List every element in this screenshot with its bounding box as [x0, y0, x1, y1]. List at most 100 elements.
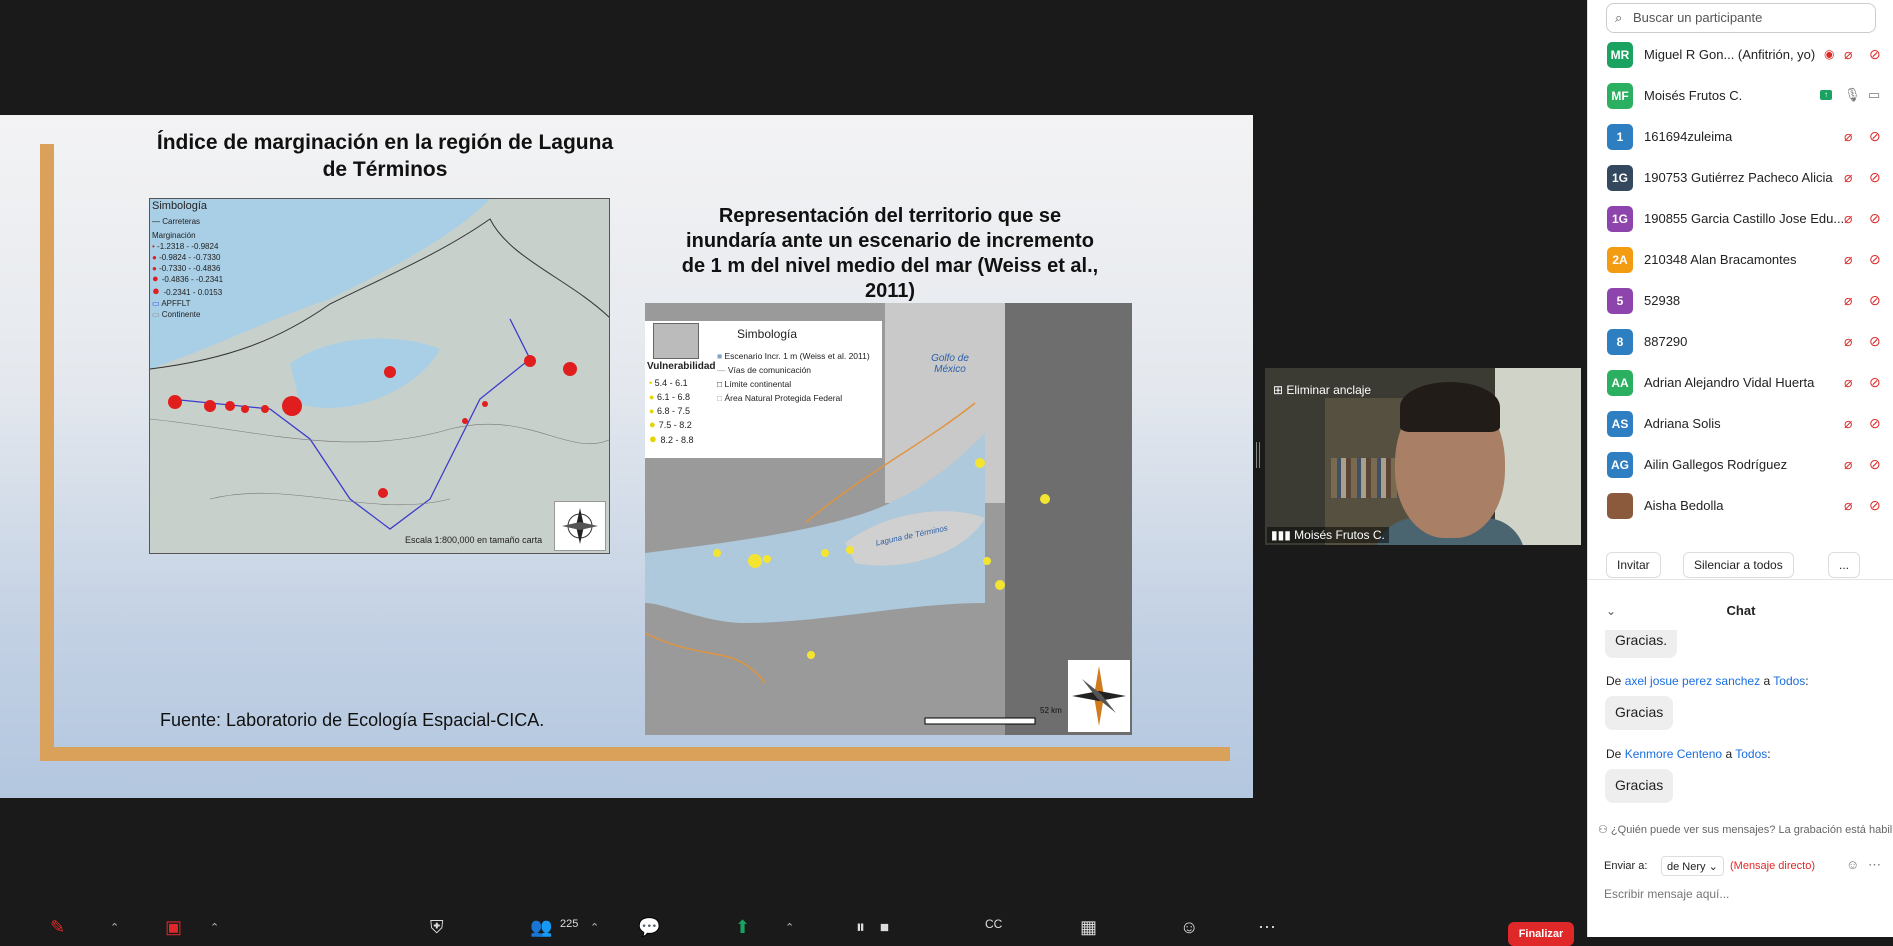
- apps-icon[interactable]: ▦: [1080, 917, 1097, 938]
- participant-search-input[interactable]: ⌕ Buscar un participante: [1606, 3, 1876, 33]
- reactions-icon[interactable]: ☺: [1180, 917, 1198, 938]
- send-to-select[interactable]: de Nery ⌄: [1661, 856, 1724, 876]
- camera-off-icon[interactable]: ⊘: [1869, 374, 1881, 391]
- camera-off-icon[interactable]: ⊘: [1869, 251, 1881, 268]
- camera-off-icon[interactable]: ▣: [165, 917, 182, 938]
- video-person-hair: [1400, 382, 1500, 432]
- participant-row[interactable]: 5 52938 ⌀ ⊘: [1588, 281, 1893, 322]
- avatar: 5: [1607, 288, 1633, 314]
- video-name: Moisés Frutos C.: [1294, 528, 1385, 542]
- camera-off-icon[interactable]: ⊘: [1869, 128, 1881, 145]
- participant-row[interactable]: 1G 190855 Garcia Castillo Jose Edu... ⌀ …: [1588, 199, 1893, 240]
- more-icon[interactable]: ⋯: [1258, 917, 1276, 938]
- chat-icon[interactable]: 💬: [638, 917, 660, 938]
- legend-class: ● -0.4836 - -0.2341: [152, 273, 224, 285]
- to-prefix: a: [1725, 747, 1733, 761]
- security-shield-icon[interactable]: ⛨: [430, 917, 444, 938]
- more-icon[interactable]: ⋯: [1868, 857, 1881, 873]
- audio-options-chevron-icon[interactable]: ⌃: [110, 921, 119, 934]
- legend-class-label: -0.4836 - -0.2341: [161, 275, 224, 284]
- emoji-icon[interactable]: ☺: [1846, 857, 1859, 872]
- mic-muted-icon[interactable]: ⌀: [1844, 497, 1852, 514]
- search-placeholder: Buscar un participante: [1633, 10, 1763, 25]
- mic-muted-icon[interactable]: ⌀: [1844, 251, 1852, 268]
- pause-share-icon[interactable]: ⏸: [856, 917, 865, 938]
- legend-class: ● -0.7330 - -0.4836: [152, 264, 221, 273]
- mic-muted-icon[interactable]: ⌀: [1844, 46, 1852, 63]
- avatar: 2A: [1607, 247, 1633, 273]
- mic-muted-icon[interactable]: ⌀: [1844, 374, 1852, 391]
- mic-on-icon[interactable]: 🎙: [1844, 87, 1861, 103]
- pinned-video-tile[interactable]: ⊞ Eliminar anclaje ▮▮▮ Moisés Frutos C.: [1265, 368, 1581, 545]
- participant-row[interactable]: Aisha Bedolla ⌀ ⊘: [1588, 486, 1893, 527]
- avatar: AA: [1607, 370, 1633, 396]
- slide-title-right: Representación del territorio que se inu…: [681, 205, 1099, 302]
- participant-row[interactable]: MR Miguel R Gon... (Anfitrión, yo) ◉ ⌀ ⊘: [1588, 35, 1893, 76]
- mute-all-button[interactable]: Silenciar a todos: [1683, 552, 1794, 578]
- unpin-label: Eliminar anclaje: [1286, 383, 1372, 397]
- participant-row[interactable]: 8 887290 ⌀ ⊘: [1588, 322, 1893, 363]
- camera-off-icon[interactable]: ⊘: [1869, 46, 1881, 63]
- legend-item: □ Límite continental: [717, 379, 792, 389]
- meeting-stage: Índice de marginación en la región de La…: [0, 0, 1587, 946]
- recipient-name[interactable]: Todos: [1735, 747, 1767, 761]
- mic-muted-icon[interactable]: ⌀: [1844, 210, 1852, 227]
- camera-off-icon[interactable]: ⊘: [1869, 497, 1881, 514]
- mic-muted-icon[interactable]: ⌀: [1844, 128, 1852, 145]
- captions-icon[interactable]: CC: [985, 917, 1002, 931]
- camera-off-icon[interactable]: ⊘: [1869, 415, 1881, 432]
- camera-on-icon[interactable]: ▭: [1868, 87, 1880, 103]
- legend-continent-label: Continente: [161, 310, 201, 319]
- participant-row[interactable]: AS Adriana Solis ⌀ ⊘: [1588, 404, 1893, 445]
- avatar: 8: [1607, 329, 1633, 355]
- participant-list: MR Miguel R Gon... (Anfitrión, yo) ◉ ⌀ ⊘…: [1588, 35, 1893, 540]
- recipient-name[interactable]: Todos: [1773, 674, 1805, 688]
- mic-muted-icon[interactable]: ⌀: [1844, 169, 1852, 186]
- participant-row[interactable]: 1 161694zuleima ⌀ ⊘: [1588, 117, 1893, 158]
- participant-name: Aisha Bedolla: [1644, 498, 1724, 513]
- stop-share-icon[interactable]: ⏹: [880, 917, 889, 938]
- mic-muted-icon[interactable]: ⌀: [1844, 456, 1852, 473]
- participants-chevron-icon[interactable]: ⌃: [590, 921, 599, 934]
- camera-off-icon[interactable]: ⊘: [1869, 169, 1881, 186]
- more-options-button[interactable]: ...: [1828, 552, 1861, 578]
- mute-mic-icon[interactable]: ✎: [50, 917, 65, 938]
- video-options-chevron-icon[interactable]: ⌃: [210, 921, 219, 934]
- sender-name[interactable]: Kenmore Centeno: [1625, 747, 1722, 761]
- participant-row[interactable]: AA Adrian Alejandro Vidal Huerta ⌀ ⊘: [1588, 363, 1893, 404]
- splitter-handle[interactable]: [1256, 442, 1260, 468]
- chat-header: ⌄ Chat: [1588, 603, 1893, 629]
- shared-slide: Índice de marginación en la región de La…: [0, 115, 1253, 798]
- share-screen-icon[interactable]: ⬆: [735, 917, 750, 938]
- legend-item-label: Límite continental: [724, 379, 792, 389]
- avatar: 1G: [1607, 165, 1633, 191]
- chat-visibility-notice[interactable]: ⚇ ¿Quién puede ver sus mensajes? La grab…: [1598, 823, 1893, 836]
- camera-off-icon[interactable]: ⊘: [1869, 210, 1881, 227]
- notice-text: ¿Quién puede ver sus mensajes? La grabac…: [1610, 824, 1893, 836]
- collapse-chevron-icon[interactable]: ⌄: [1606, 604, 1616, 618]
- participants-icon[interactable]: 👥: [530, 917, 552, 938]
- chat-input[interactable]: Escribir mensaje aquí...: [1604, 887, 1729, 901]
- end-meeting-button[interactable]: Finalizar: [1508, 922, 1574, 946]
- chat-messages: Gracias. De axel josue perez sanchez a T…: [1588, 630, 1893, 810]
- camera-off-icon[interactable]: ⊘: [1869, 292, 1881, 309]
- mic-muted-icon[interactable]: ⌀: [1844, 333, 1852, 350]
- unpin-button[interactable]: ⊞ Eliminar anclaje: [1273, 383, 1371, 397]
- share-chevron-icon[interactable]: ⌃: [785, 921, 794, 934]
- mic-muted-icon[interactable]: ⌀: [1844, 415, 1852, 432]
- camera-off-icon[interactable]: ⊘: [1869, 456, 1881, 473]
- map-right-legend: Simbología Vulnerabilidad • 5.4 - 6.1 ● …: [645, 321, 882, 458]
- legend-class-label: -1.2318 - -0.9824: [157, 242, 219, 251]
- participant-name: 887290: [1644, 334, 1688, 349]
- camera-off-icon[interactable]: ⊘: [1869, 333, 1881, 350]
- participant-row[interactable]: 1G 190753 Gutiérrez Pacheco Alicia ⌀ ⊘: [1588, 158, 1893, 199]
- sender-name[interactable]: axel josue perez sanchez: [1625, 674, 1760, 688]
- invite-button[interactable]: Invitar: [1606, 552, 1661, 578]
- participant-row[interactable]: 2A 210348 Alan Bracamontes ⌀ ⊘: [1588, 240, 1893, 281]
- participant-row[interactable]: AG Ailin Gallegos Rodríguez ⌀ ⊘: [1588, 445, 1893, 486]
- legend-vul-item: • 5.4 - 6.1: [649, 378, 688, 388]
- legend-class: ● -0.2341 - 0.0153: [152, 283, 223, 298]
- to-prefix: a: [1763, 674, 1771, 688]
- participant-row[interactable]: MF Moisés Frutos C. ↑ 🎙 ▭: [1588, 76, 1893, 117]
- mic-muted-icon[interactable]: ⌀: [1844, 292, 1852, 309]
